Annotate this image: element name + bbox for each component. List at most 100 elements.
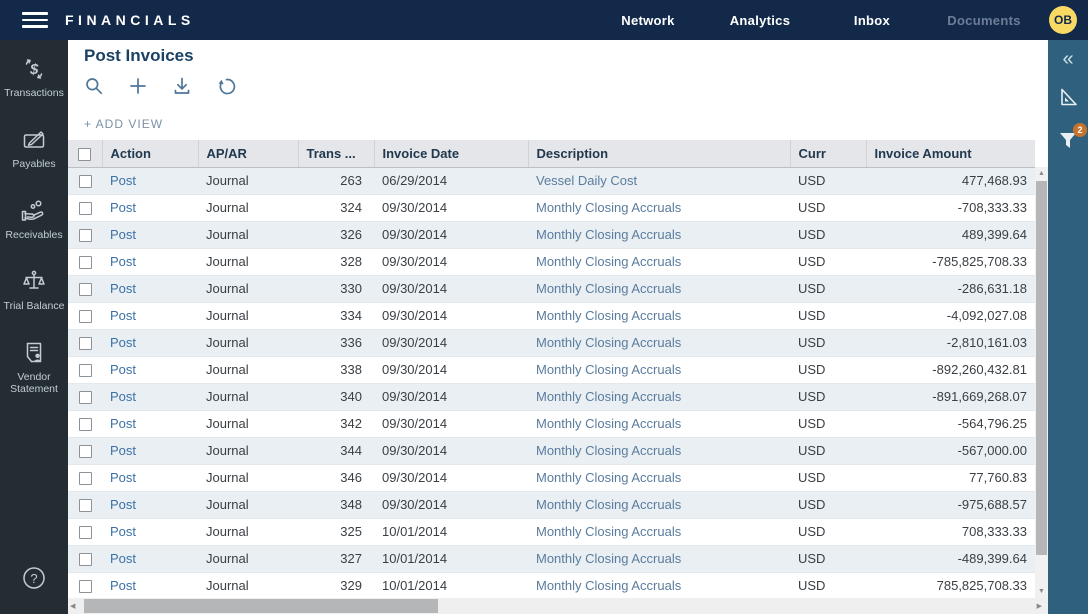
- post-link[interactable]: Post: [102, 410, 198, 437]
- post-link[interactable]: Post: [102, 302, 198, 329]
- vertical-scrollbar[interactable]: ▲ ▼: [1035, 167, 1048, 598]
- nav-item-analytics[interactable]: Analytics: [704, 13, 816, 28]
- description-link[interactable]: Monthly Closing Accruals: [528, 518, 790, 545]
- post-link[interactable]: Post: [102, 248, 198, 275]
- description-link[interactable]: Monthly Closing Accruals: [528, 221, 790, 248]
- row-checkbox[interactable]: [79, 580, 92, 593]
- download-icon[interactable]: [172, 76, 192, 96]
- set-square-icon[interactable]: [1057, 86, 1079, 113]
- post-link[interactable]: Post: [102, 437, 198, 464]
- currency-cell: USD: [790, 518, 866, 545]
- row-checkbox[interactable]: [79, 445, 92, 458]
- row-checkbox[interactable]: [79, 175, 92, 188]
- scroll-right-arrow-icon[interactable]: ▶: [1037, 602, 1042, 610]
- description-link[interactable]: Monthly Closing Accruals: [528, 410, 790, 437]
- horizontal-scroll-thumb[interactable]: [84, 599, 438, 613]
- row-select-cell: [68, 518, 102, 545]
- post-link[interactable]: Post: [102, 275, 198, 302]
- description-link[interactable]: Monthly Closing Accruals: [528, 383, 790, 410]
- top-bar: FINANCIALS Network Analytics Inbox Docum…: [0, 0, 1088, 40]
- hand-coins-icon: [21, 198, 47, 224]
- row-select-cell: [68, 302, 102, 329]
- nav-item-network[interactable]: Network: [592, 13, 704, 28]
- description-link[interactable]: Monthly Closing Accruals: [528, 464, 790, 491]
- vertical-scroll-thumb[interactable]: [1036, 181, 1047, 555]
- row-checkbox[interactable]: [79, 364, 92, 377]
- row-checkbox[interactable]: [79, 472, 92, 485]
- description-link[interactable]: Monthly Closing Accruals: [528, 329, 790, 356]
- post-link[interactable]: Post: [102, 356, 198, 383]
- sidebar-item-transactions[interactable]: $ Transactions: [0, 56, 68, 99]
- add-view-button[interactable]: + ADD VIEW: [84, 117, 163, 131]
- header-curr[interactable]: Curr: [790, 140, 866, 167]
- post-link[interactable]: Post: [102, 491, 198, 518]
- row-checkbox[interactable]: [79, 418, 92, 431]
- invoice-date-cell: 06/29/2014: [374, 167, 528, 194]
- sidebar-item-vendor-statement[interactable]: Vendor Statement: [0, 340, 68, 395]
- description-link[interactable]: Vessel Daily Cost: [528, 167, 790, 194]
- apar-cell: Journal: [198, 464, 298, 491]
- invoice-amount-cell: -564,796.25: [866, 410, 1035, 437]
- description-link[interactable]: Monthly Closing Accruals: [528, 356, 790, 383]
- post-link[interactable]: Post: [102, 545, 198, 572]
- trans-number-cell: 348: [298, 491, 374, 518]
- description-link[interactable]: Monthly Closing Accruals: [528, 572, 790, 599]
- row-checkbox[interactable]: [79, 202, 92, 215]
- apar-cell: Journal: [198, 572, 298, 599]
- post-link[interactable]: Post: [102, 167, 198, 194]
- header-invoice-amount[interactable]: Invoice Amount: [866, 140, 1035, 167]
- horizontal-scrollbar[interactable]: ◀ ▶: [68, 598, 1048, 614]
- header-description[interactable]: Description: [528, 140, 790, 167]
- post-link[interactable]: Post: [102, 329, 198, 356]
- description-link[interactable]: Monthly Closing Accruals: [528, 275, 790, 302]
- post-link[interactable]: Post: [102, 518, 198, 545]
- post-link[interactable]: Post: [102, 194, 198, 221]
- currency-cell: USD: [790, 437, 866, 464]
- undo-icon[interactable]: [216, 76, 236, 96]
- description-link[interactable]: Monthly Closing Accruals: [528, 248, 790, 275]
- description-link[interactable]: Monthly Closing Accruals: [528, 302, 790, 329]
- currency-cell: USD: [790, 545, 866, 572]
- row-checkbox[interactable]: [79, 391, 92, 404]
- header-invoice-date[interactable]: Invoice Date: [374, 140, 528, 167]
- post-link[interactable]: Post: [102, 464, 198, 491]
- scroll-left-arrow-icon[interactable]: ◀: [70, 602, 75, 610]
- row-checkbox[interactable]: [79, 310, 92, 323]
- select-all-checkbox[interactable]: [78, 148, 91, 161]
- trans-number-cell: 344: [298, 437, 374, 464]
- user-avatar[interactable]: OB: [1049, 6, 1077, 34]
- add-icon[interactable]: [128, 76, 148, 96]
- description-link[interactable]: Monthly Closing Accruals: [528, 545, 790, 572]
- nav-item-documents[interactable]: Documents: [928, 13, 1040, 28]
- hamburger-menu-icon[interactable]: [22, 12, 48, 28]
- post-link[interactable]: Post: [102, 383, 198, 410]
- header-apar[interactable]: AP/AR: [198, 140, 298, 167]
- scroll-up-arrow-icon[interactable]: ▲: [1035, 170, 1048, 177]
- scroll-down-arrow-icon[interactable]: ▼: [1035, 588, 1048, 595]
- row-checkbox[interactable]: [79, 283, 92, 296]
- invoice-amount-cell: 477,468.93: [866, 167, 1035, 194]
- help-button[interactable]: ?: [21, 565, 47, 596]
- row-checkbox[interactable]: [79, 553, 92, 566]
- sidebar-item-payables[interactable]: Payables: [0, 127, 68, 170]
- search-icon[interactable]: [84, 76, 104, 96]
- description-link[interactable]: Monthly Closing Accruals: [528, 437, 790, 464]
- post-link[interactable]: Post: [102, 572, 198, 599]
- invoice-date-cell: 09/30/2014: [374, 491, 528, 518]
- row-checkbox[interactable]: [79, 256, 92, 269]
- row-checkbox[interactable]: [79, 499, 92, 512]
- header-action[interactable]: Action: [102, 140, 198, 167]
- filter-icon[interactable]: 2: [1057, 129, 1079, 156]
- nav-item-inbox[interactable]: Inbox: [816, 13, 928, 28]
- sidebar-item-receivables[interactable]: Receivables: [0, 198, 68, 241]
- sidebar-item-trial-balance[interactable]: Trial Balance: [0, 269, 68, 312]
- collapse-panel-icon[interactable]: «: [1062, 48, 1073, 70]
- post-link[interactable]: Post: [102, 221, 198, 248]
- document-person-icon: [21, 340, 47, 366]
- row-checkbox[interactable]: [79, 337, 92, 350]
- header-trans[interactable]: Trans ...: [298, 140, 374, 167]
- description-link[interactable]: Monthly Closing Accruals: [528, 194, 790, 221]
- row-checkbox[interactable]: [79, 229, 92, 242]
- row-checkbox[interactable]: [79, 526, 92, 539]
- description-link[interactable]: Monthly Closing Accruals: [528, 491, 790, 518]
